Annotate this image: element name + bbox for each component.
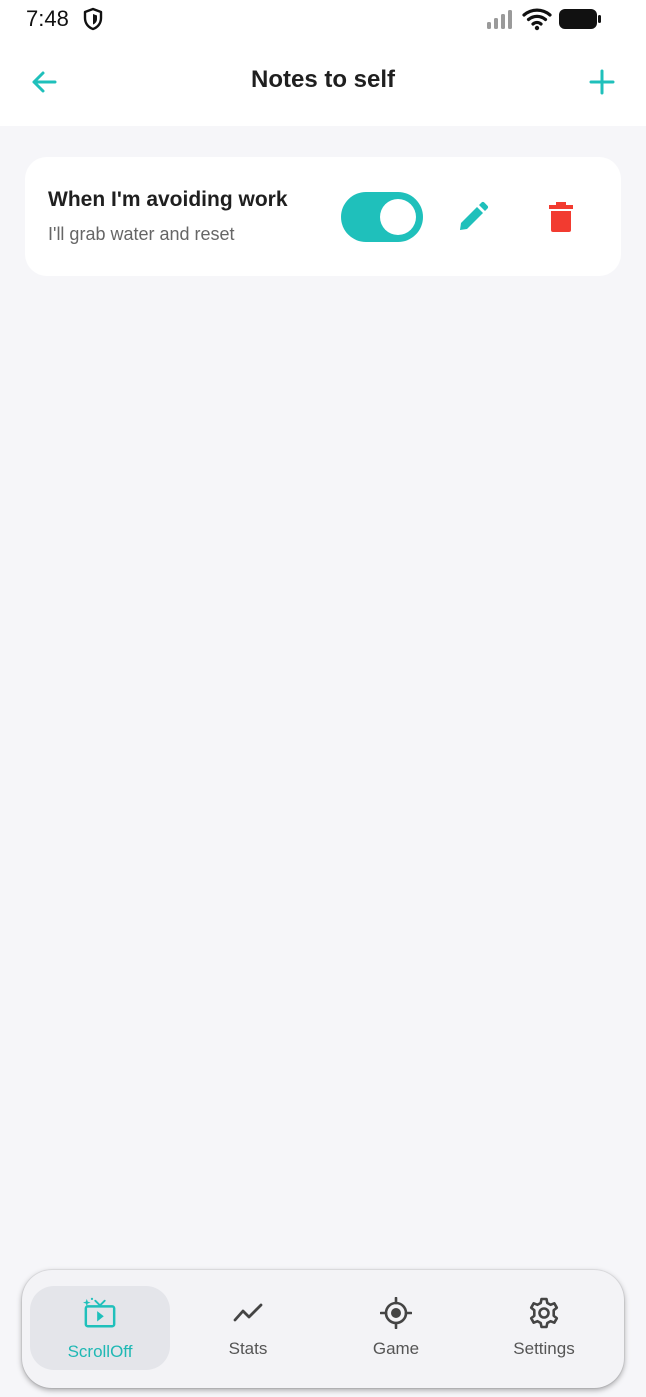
nav-item-stats[interactable]: Stats <box>178 1286 318 1370</box>
nav-item-scrolloff[interactable]: ScrollOff <box>30 1286 170 1370</box>
nav-label-stats: Stats <box>228 1339 268 1358</box>
note-card[interactable]: When I'm avoiding work I'll grab water a… <box>25 157 621 276</box>
trash-icon <box>549 202 573 232</box>
delete-note-button[interactable] <box>541 197 581 237</box>
battery-icon <box>558 8 602 30</box>
note-subtitle: I'll grab water and reset <box>48 224 235 244</box>
note-title: When I'm avoiding work <box>48 188 288 211</box>
trend-line-icon <box>231 1296 265 1330</box>
page-title: Notes to self <box>250 66 396 93</box>
status-time: 7:48 <box>26 6 69 31</box>
nav-item-settings[interactable]: Settings <box>474 1286 614 1370</box>
shield-icon <box>82 7 104 31</box>
plus-icon <box>589 69 615 95</box>
top-app-bar: Notes to self <box>0 40 646 126</box>
tv-sparkle-icon <box>83 1296 117 1330</box>
nav-label-scrolloff: ScrollOff <box>67 1342 133 1361</box>
add-note-button[interactable] <box>580 60 624 104</box>
nav-label-game: Game <box>372 1339 420 1358</box>
bottom-navigation: ScrollOff Stats Game Settings <box>22 1270 624 1388</box>
nav-label-settings: Settings <box>513 1339 575 1358</box>
target-icon <box>379 1296 413 1330</box>
edit-note-button[interactable] <box>453 197 493 237</box>
cellular-signal-icon <box>486 8 516 30</box>
toggle-knob <box>380 199 416 235</box>
nav-item-game[interactable]: Game <box>326 1286 466 1370</box>
status-bar: 7:48 <box>0 0 646 40</box>
note-enabled-toggle[interactable] <box>341 192 423 242</box>
wifi-icon <box>522 7 552 31</box>
gear-icon <box>527 1296 561 1330</box>
pencil-icon <box>460 201 489 230</box>
